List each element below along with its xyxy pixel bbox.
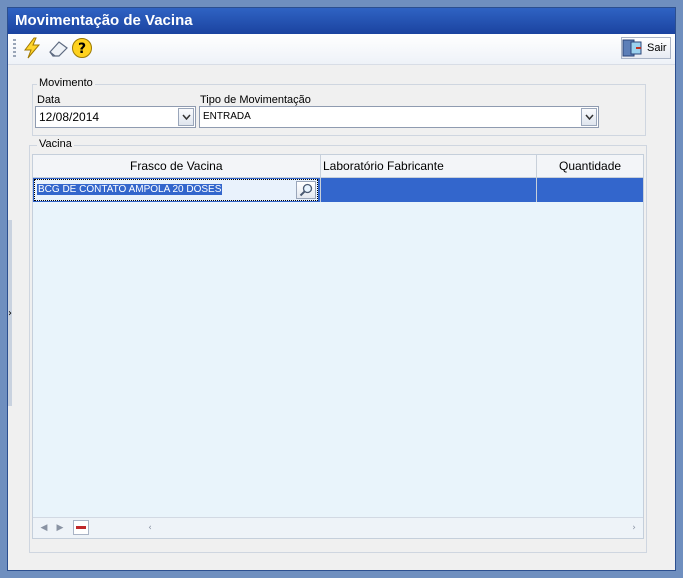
window-title: Movimentação de Vacina xyxy=(15,12,193,29)
vacina-grid: Frasco de Vacina Laboratório Fabricante … xyxy=(32,154,644,539)
help-icon[interactable]: ? xyxy=(70,36,94,60)
scroll-right-button[interactable]: › xyxy=(627,521,641,535)
tipo-movimentacao-select[interactable]: ENTRADA xyxy=(199,106,599,128)
grid-footer: ◀ ▶ ‹ › xyxy=(33,517,643,538)
column-header-laboratorio[interactable]: Laboratório Fabricante xyxy=(323,159,444,173)
door-exit-icon xyxy=(622,39,642,57)
data-date-picker[interactable]: 12/08/2014 xyxy=(35,106,196,128)
lightning-icon[interactable] xyxy=(20,36,44,60)
vacina-group-label: Vacina xyxy=(37,138,74,150)
tipo-movimentacao-label: Tipo de Movimentação xyxy=(200,94,311,106)
main-window: Movimentação de Vacina ? Sair › Moviment… xyxy=(7,7,676,571)
eraser-icon[interactable] xyxy=(46,36,70,60)
movimento-group-label: Movimento xyxy=(37,77,95,89)
data-dropdown-button[interactable] xyxy=(178,108,194,126)
data-label: Data xyxy=(37,94,61,106)
exit-button-label: Sair xyxy=(647,42,667,54)
chevron-down-icon xyxy=(584,114,594,120)
nav-next-button[interactable]: ▶ xyxy=(53,521,67,535)
table-row[interactable]: BCG DE CONTATO AMPOLA 20 DOSES xyxy=(33,178,643,202)
side-panel-arrow-icon[interactable]: › xyxy=(8,308,12,319)
tipo-dropdown-button[interactable] xyxy=(581,108,597,126)
nav-prev-button[interactable]: ◀ xyxy=(37,521,51,535)
frasco-search-button[interactable] xyxy=(296,181,316,199)
tipo-movimentacao-value: ENTRADA xyxy=(203,111,251,122)
data-value: 12/08/2014 xyxy=(39,110,100,124)
magnifier-icon xyxy=(299,183,313,197)
column-header-frasco[interactable]: Frasco de Vacina xyxy=(130,159,223,173)
frasco-cell-value: BCG DE CONTATO AMPOLA 20 DOSES xyxy=(37,184,223,195)
column-header-quantidade[interactable]: Quantidade xyxy=(559,159,621,173)
exit-button[interactable]: Sair xyxy=(621,37,671,59)
chevron-down-icon xyxy=(181,114,191,120)
grid-header: Frasco de Vacina Laboratório Fabricante … xyxy=(33,155,643,178)
delete-row-button[interactable] xyxy=(73,520,89,535)
svg-text:?: ? xyxy=(78,41,86,57)
minus-icon xyxy=(76,525,86,529)
title-bar: Movimentação de Vacina xyxy=(8,8,675,34)
scroll-left-button[interactable]: ‹ xyxy=(143,521,157,535)
toolbar: ? Sair xyxy=(8,34,675,65)
toolbar-grip[interactable] xyxy=(13,39,16,59)
frasco-cell-editor[interactable]: BCG DE CONTATO AMPOLA 20 DOSES xyxy=(34,179,318,201)
